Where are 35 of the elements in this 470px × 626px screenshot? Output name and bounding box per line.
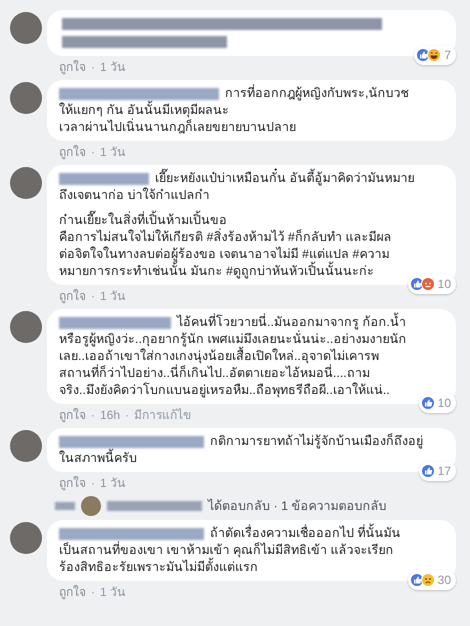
avatar[interactable] bbox=[10, 522, 42, 554]
separator-dot: · bbox=[90, 144, 96, 161]
comment-text: การที่ออกกฎผู้หญิงกับพระ,นักบวช ให้แยกๆ กัน อันนั้นมีเหตุมีผลนะ เวลาผ่านไปเนิ่นนานกฎก็เลยขยายบานปลาย bbox=[59, 85, 410, 136]
separator-dot: · bbox=[90, 288, 96, 305]
reaction-summary[interactable]: 7 bbox=[414, 45, 456, 65]
avatar[interactable] bbox=[10, 430, 42, 462]
like-link[interactable]: ถูกใจ bbox=[59, 58, 86, 76]
separator-dot: · bbox=[90, 584, 96, 601]
reaction-summary[interactable]: 10 bbox=[408, 274, 456, 294]
like-link[interactable]: ถูกใจ bbox=[59, 287, 86, 305]
replies-link[interactable]: ได้ตอบกลับ · 1 ข้อความตอบกลับ bbox=[208, 496, 387, 516]
edited-label[interactable]: มีการแก้ไข bbox=[134, 406, 192, 424]
reaction-summary[interactable]: 10 bbox=[418, 393, 456, 413]
separator-dot: · bbox=[90, 407, 96, 424]
like-link[interactable]: ถูกใจ bbox=[59, 474, 86, 492]
timestamp[interactable]: 1 วัน bbox=[100, 143, 126, 161]
comment-text: เยี๊ยะหยังแป๋บ่าเหมือนกั๋น อันตี้อู้มาคิดว่ามันหมาย ถึงเจตนาก่อ บ่าใจ้ก๋าแปลก๋า bbox=[59, 170, 444, 204]
avatar bbox=[81, 496, 101, 516]
separator-dot: · bbox=[90, 59, 96, 76]
avatar[interactable] bbox=[10, 311, 42, 343]
separator-dot: · bbox=[124, 407, 130, 424]
timestamp[interactable]: 1 วัน bbox=[100, 287, 126, 305]
reaction-summary[interactable]: 17 bbox=[418, 461, 456, 481]
like-link[interactable]: ถูกใจ bbox=[59, 583, 86, 601]
timestamp[interactable]: 16h bbox=[100, 406, 120, 424]
avatar[interactable] bbox=[10, 12, 42, 44]
timestamp[interactable]: 1 วัน bbox=[100, 583, 126, 601]
separator-dot: · bbox=[90, 475, 96, 492]
avatar[interactable] bbox=[10, 82, 42, 114]
timestamp[interactable]: 1 วัน bbox=[100, 474, 126, 492]
like-link[interactable]: ถูกใจ bbox=[59, 143, 86, 161]
like-link[interactable]: ถูกใจ bbox=[59, 406, 86, 424]
timestamp[interactable]: 1 วัน bbox=[100, 58, 126, 76]
avatar[interactable] bbox=[10, 167, 42, 199]
reaction-summary[interactable]: 30 bbox=[408, 570, 456, 590]
